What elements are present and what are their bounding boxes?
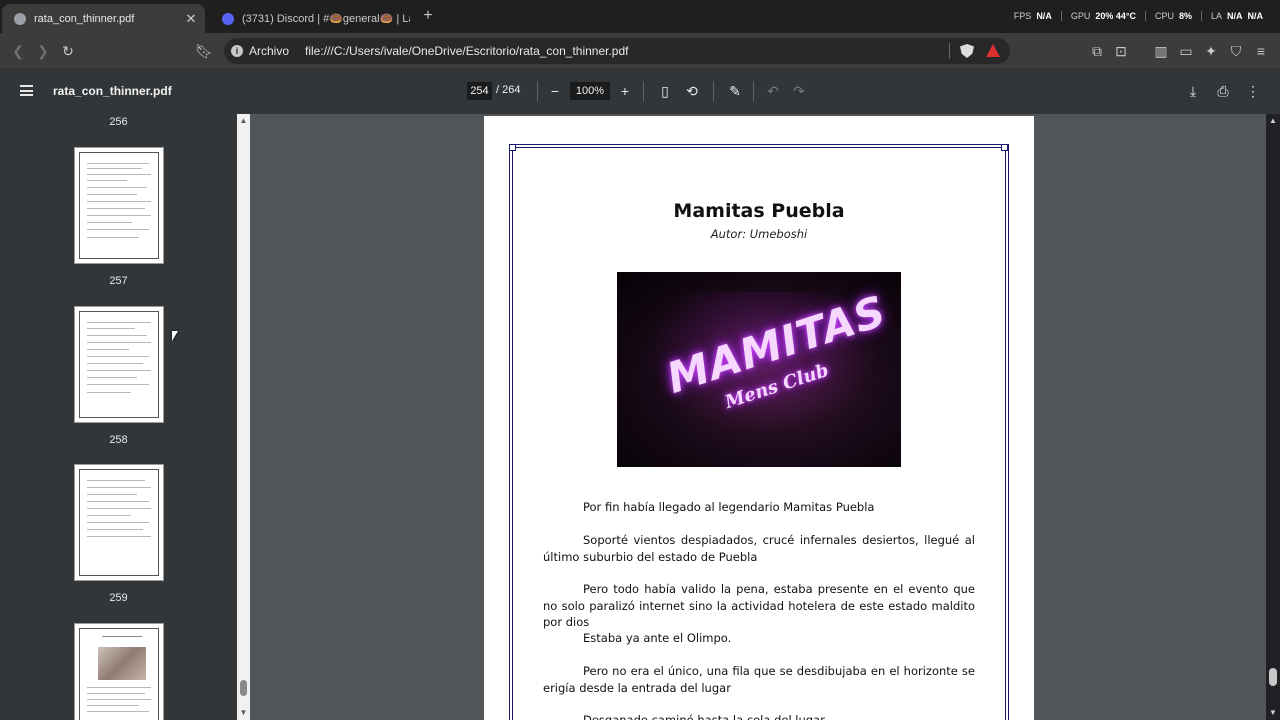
address-url[interactable]: file:///C:/Users/ivale/OneDrive/Escritor… [305, 44, 628, 58]
document-author: Autor: Umeboshi [710, 227, 808, 241]
paragraph: Pero no era el único, una fila que se de… [543, 664, 975, 695]
sidebar-icon[interactable]: ▥ [1151, 41, 1171, 61]
border-corner [509, 144, 516, 151]
extensions-icon[interactable]: ⧉ [1087, 41, 1107, 61]
tab-strip: rata_con_thinner.pdf ✕ (3731) Discord | … [0, 0, 1280, 33]
paragraph: Desganado caminé hasta la cola del lugar [583, 713, 825, 720]
thumbnail-content [79, 628, 159, 720]
border-corner [1001, 144, 1008, 151]
zoom-out-button[interactable]: − [545, 81, 565, 101]
thumbnail-content [79, 311, 159, 418]
tab-title: (3731) Discord | #🍩general🍩 | Lalla [242, 13, 410, 25]
address-bar[interactable]: i Archivo file:///C:/Users/ivale/OneDriv… [224, 38, 1010, 64]
fps-readout: FPS N/A [1005, 11, 1062, 21]
divider [643, 81, 644, 101]
reload-button[interactable]: ↻ [58, 41, 78, 61]
paragraph: Estaba ya ante el Olimpo. [583, 631, 732, 645]
brave-shield-icon[interactable] [960, 44, 974, 58]
close-icon[interactable]: ✕ [183, 11, 199, 27]
thumbnail-label: 258 [109, 434, 128, 446]
cpu-readout: CPU 8% [1146, 11, 1202, 21]
paragraph: Por fin había llegado al legendario Mami… [583, 500, 875, 514]
thumbnail-image [98, 647, 146, 680]
paragraph: Soporté vientos despiadados, crucé infer… [543, 533, 975, 564]
zoom-in-button[interactable]: + [615, 81, 635, 101]
page-number-input[interactable]: 254 [467, 82, 492, 100]
brave-rewards-icon[interactable] [986, 44, 1000, 57]
document-title: Mamitas Puebla [673, 200, 845, 222]
thumbnail-page[interactable] [74, 306, 164, 423]
tab-pdf[interactable]: rata_con_thinner.pdf ✕ [2, 4, 205, 33]
browser-toolbar: ❮ ❯ ↻ 🔖︎ i Archivo file:///C:/Users/ival… [0, 33, 1280, 68]
latency-readout: LA N/A N/A [1210, 11, 1263, 21]
scrollbar-thumb[interactable] [240, 680, 247, 696]
print-icon[interactable]: ⎙ [1213, 81, 1233, 101]
scrollbar-thumb[interactable] [1269, 668, 1277, 686]
vpn-icon[interactable]: ⛉ [1226, 41, 1246, 61]
browser-window: rata_con_thinner.pdf ✕ (3731) Discord | … [0, 0, 1280, 720]
bookmark-icon[interactable]: 🔖︎ [194, 41, 214, 61]
undo-icon[interactable]: ↶ [763, 81, 783, 101]
scroll-down-icon[interactable]: ▼ [1269, 708, 1277, 717]
annotate-icon[interactable]: ✎ [725, 81, 745, 101]
thumbnail-page[interactable] [74, 147, 164, 264]
more-options-icon[interactable]: ⋮ [1243, 81, 1263, 101]
viewer-scrollbar[interactable]: ▲ ▼ [1266, 114, 1280, 720]
tab-discord[interactable]: (3731) Discord | #🍩general🍩 | Lalla [210, 4, 410, 33]
fit-page-icon[interactable]: ▯ [655, 81, 675, 101]
thumbnail-content [79, 152, 159, 259]
scroll-up-icon[interactable]: ▲ [1269, 116, 1277, 125]
zoom-input[interactable]: 100% [570, 82, 610, 100]
wallet-icon[interactable]: ▭ [1176, 41, 1196, 61]
paragraph: Pero todo había valido la pena, estaba p… [543, 582, 975, 629]
menu-icon[interactable]: ≡ [1251, 41, 1271, 61]
download-icon[interactable]: ⤓ [1183, 81, 1203, 101]
pdf-toolbar: rata_con_thinner.pdf 254 / 264 − 100% + … [0, 68, 1280, 114]
club-photo: MAMITAS Mens Club [617, 272, 901, 467]
thumbnail-content [79, 469, 159, 576]
thumbnail-page[interactable] [74, 623, 164, 720]
pdf-filename: rata_con_thinner.pdf [53, 84, 172, 98]
hamburger-menu-icon[interactable] [20, 85, 33, 96]
system-monitor: FPS N/A GPU 20% 44°C CPU 8% LA N/A N/A [1005, 11, 1272, 21]
rotate-icon[interactable]: ⟲ [682, 81, 702, 101]
sidebar-scrollbar[interactable]: ▲ ▼ [237, 114, 250, 720]
pdf-page: Mamitas Puebla Autor: Umeboshi MAMITAS M… [484, 116, 1034, 720]
address-scheme: Archivo [249, 44, 290, 58]
thumbnail-sidebar: 256 257 258 259 [0, 114, 237, 720]
divider [753, 81, 754, 101]
divider [537, 81, 538, 101]
page-total: / 264 [496, 84, 521, 96]
discord-icon [222, 12, 234, 25]
gpu-readout: GPU 20% 44°C [1062, 11, 1146, 21]
globe-icon [14, 12, 26, 25]
thumbnail-page[interactable] [74, 464, 164, 581]
info-icon[interactable]: i [231, 45, 243, 57]
divider [713, 81, 714, 101]
leo-ai-icon[interactable]: ✦ [1201, 41, 1221, 61]
divider [949, 43, 950, 59]
pdf-viewer[interactable]: Mamitas Puebla Autor: Umeboshi MAMITAS M… [250, 114, 1266, 720]
scroll-down-icon[interactable]: ▼ [239, 708, 248, 717]
thumbnail-label: 256 [109, 116, 128, 128]
back-button[interactable]: ❮ [8, 41, 28, 61]
tab-title: rata_con_thinner.pdf [34, 12, 135, 25]
scroll-up-icon[interactable]: ▲ [239, 116, 248, 125]
screenshot-icon[interactable]: ⊡ [1111, 41, 1131, 61]
mouse-cursor-icon [172, 331, 178, 341]
thumbnail-label: 257 [109, 275, 128, 287]
forward-button[interactable]: ❯ [33, 41, 53, 61]
new-tab-button[interactable]: + [418, 6, 438, 26]
redo-icon[interactable]: ↷ [789, 81, 809, 101]
thumbnail-label: 259 [109, 592, 128, 604]
